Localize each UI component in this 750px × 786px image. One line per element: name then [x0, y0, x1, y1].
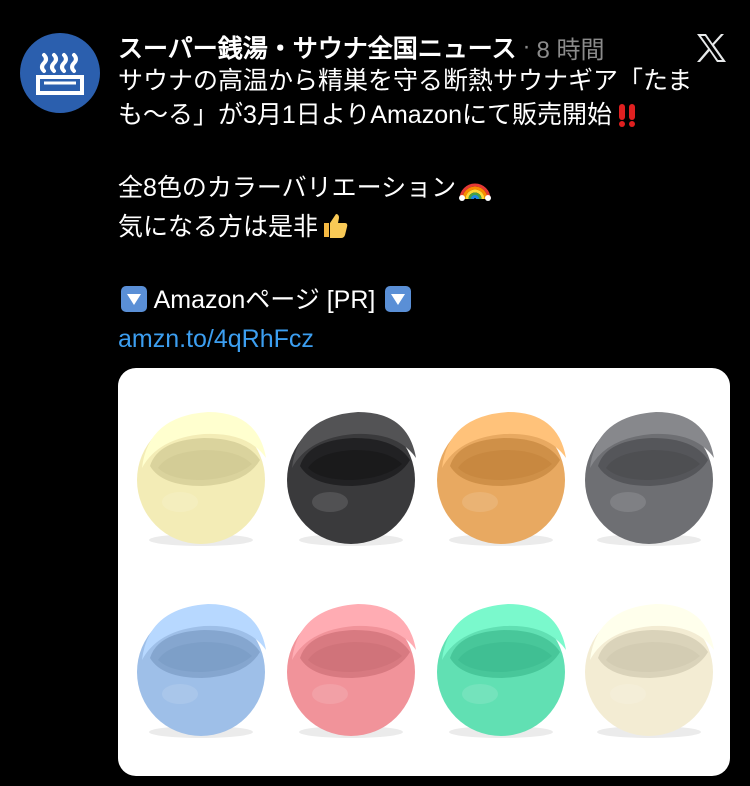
bowl-blue: [137, 604, 266, 738]
blank-line-1: [118, 137, 733, 171]
bowl-pink: [287, 604, 416, 738]
bowl-cream: [137, 412, 266, 546]
down-arrow-button-icon: [384, 285, 412, 322]
text-line-4: 気になる方は是非: [118, 210, 733, 249]
text-line-4-label: 気になる方は是非: [118, 213, 319, 241]
thumbs-up-icon: [320, 210, 350, 249]
product-link[interactable]: amzn.to/4qRhFcz: [118, 322, 733, 356]
amazon-line: Amazonページ [PR]: [118, 283, 733, 322]
rainbow-icon: [458, 171, 492, 210]
double-exclamation-icon: [614, 102, 640, 137]
bowl-mint: [437, 604, 566, 738]
blank-line-2: [118, 249, 733, 283]
text-line-3-label: 全8色のカラーバリエーション: [118, 174, 457, 202]
amazon-label: Amazonページ [PR]: [148, 286, 383, 314]
steam-bath-icon: [36, 53, 84, 95]
separator: ·: [522, 33, 531, 60]
tweet-text: サウナの高温から精巣を守る断熱サウナギア「たま も〜る」が3月1日よりAmazo…: [118, 64, 733, 356]
tweet-header: スーパー銭湯・サウナ全国ニュース · 8 時間: [118, 30, 733, 64]
text-line-2: も〜る」が3月1日よりAmazonにて販売開始: [118, 98, 733, 137]
bowl-grid: [128, 390, 720, 756]
timestamp[interactable]: 8 時間: [537, 30, 605, 65]
author-name[interactable]: スーパー銭湯・サウナ全国ニュース: [118, 29, 517, 65]
bowl-orange: [437, 412, 566, 546]
down-arrow-button-icon: [120, 285, 148, 322]
bowl-black: [287, 412, 416, 546]
bowl-grey: [585, 412, 714, 546]
product-image[interactable]: [118, 368, 730, 776]
text-line-2-label: も〜る」が3月1日よりAmazonにて販売開始: [118, 101, 613, 129]
text-line-3: 全8色のカラーバリエーション: [118, 171, 733, 210]
tweet-body: スーパー銭湯・サウナ全国ニュース · 8 時間 サウナの高温から精巣を守る断熱サ…: [118, 30, 733, 356]
text-line-1: サウナの高温から精巣を守る断熱サウナギア「たま: [118, 67, 693, 95]
avatar[interactable]: [20, 33, 100, 113]
bowl-ivory: [585, 604, 714, 738]
